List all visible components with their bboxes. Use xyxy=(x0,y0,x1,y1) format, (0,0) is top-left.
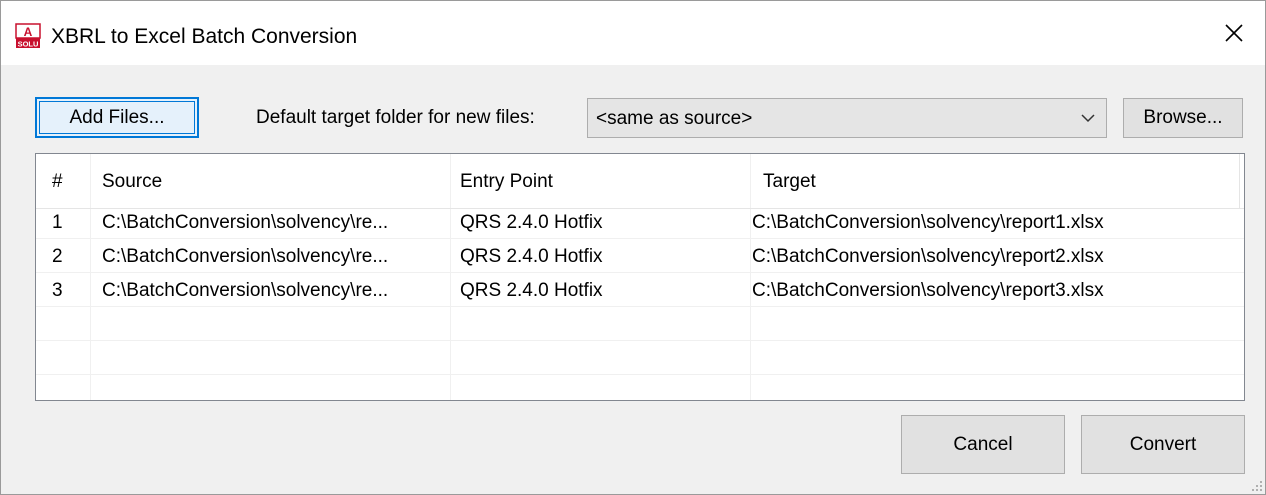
svg-text:SOLU: SOLU xyxy=(18,40,39,49)
row-target: C:\BatchConversion\solvency\report2.xlsx xyxy=(752,246,1104,267)
add-files-label: Add Files... xyxy=(69,106,165,128)
title-bar: A SOLU XBRL to Excel Batch Conversion xyxy=(1,1,1265,65)
file-list-table[interactable]: # Source Entry Point Target 1 C:\BatchCo… xyxy=(35,153,1245,401)
row-number: 3 xyxy=(52,280,63,301)
row-entry-point: QRS 2.4.0 Hotfix xyxy=(460,280,603,301)
row-source: C:\BatchConversion\solvency\re... xyxy=(102,280,389,301)
column-header-target[interactable]: Target xyxy=(763,171,816,193)
row-entry-point: QRS 2.4.0 Hotfix xyxy=(460,212,603,233)
solvency-app-icon: A SOLU xyxy=(15,23,41,49)
close-icon xyxy=(1225,24,1243,42)
column-header-source[interactable]: Source xyxy=(102,171,162,193)
resize-grip-icon[interactable] xyxy=(1249,478,1263,492)
row-number: 1 xyxy=(52,212,63,233)
target-folder-value: <same as source> xyxy=(596,108,753,129)
svg-text:A: A xyxy=(24,25,33,39)
chevron-down-icon xyxy=(1081,114,1095,123)
target-folder-dropdown[interactable]: <same as source> xyxy=(587,98,1107,138)
target-folder-label: Default target folder for new files: xyxy=(256,107,535,128)
cancel-button[interactable]: Cancel xyxy=(901,415,1065,474)
batch-conversion-dialog: A SOLU XBRL to Excel Batch Conversion Ad… xyxy=(0,0,1266,495)
browse-button[interactable]: Browse... xyxy=(1123,98,1243,138)
browse-label: Browse... xyxy=(1143,107,1223,128)
window-title: XBRL to Excel Batch Conversion xyxy=(51,25,358,48)
convert-button[interactable]: Convert xyxy=(1081,415,1245,474)
add-files-button[interactable]: Add Files... xyxy=(35,97,199,138)
row-target: C:\BatchConversion\solvency\report3.xlsx xyxy=(752,280,1104,301)
row-source: C:\BatchConversion\solvency\re... xyxy=(102,246,389,267)
row-entry-point: QRS 2.4.0 Hotfix xyxy=(460,246,603,267)
cancel-label: Cancel xyxy=(953,433,1013,455)
row-target: C:\BatchConversion\solvency\report1.xlsx xyxy=(752,212,1104,233)
convert-label: Convert xyxy=(1129,433,1197,455)
column-header-number[interactable]: # xyxy=(52,171,63,193)
column-header-entry-point[interactable]: Entry Point xyxy=(460,171,553,193)
row-number: 2 xyxy=(52,246,63,267)
close-button[interactable] xyxy=(1203,1,1265,65)
row-source: C:\BatchConversion\solvency\re... xyxy=(102,212,389,233)
